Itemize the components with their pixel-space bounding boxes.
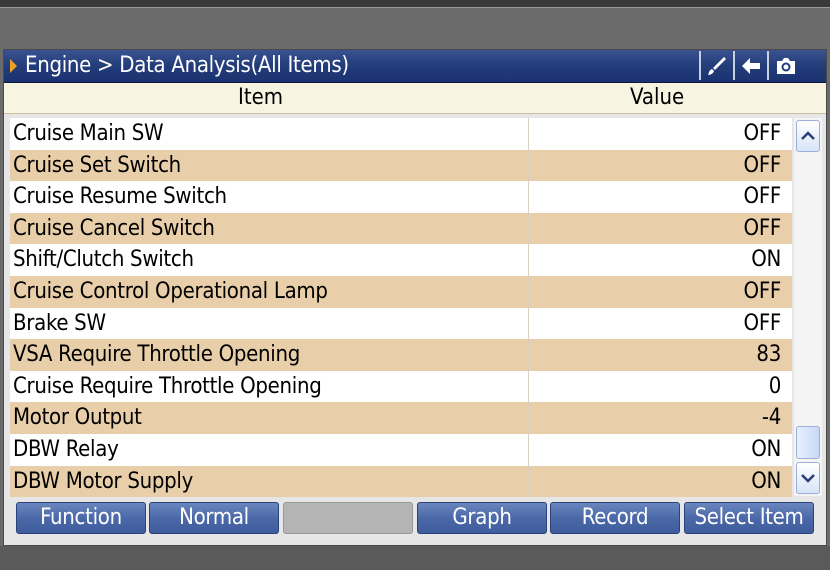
row-item: DBW Relay — [13, 436, 119, 462]
column-divider — [528, 275, 529, 308]
title-bar: Engine > Data Analysis(All Items) — [4, 50, 826, 83]
column-divider — [528, 465, 529, 498]
table-row[interactable]: Cruise Cancel Switch OFF — [10, 212, 792, 245]
row-value: OFF — [743, 152, 782, 178]
row-value: OFF — [743, 184, 782, 210]
data-analysis-window: Engine > Data Analysis(All Items) Item V… — [3, 49, 827, 546]
chevron-down-icon — [801, 474, 815, 483]
row-item: Motor Output — [13, 405, 142, 431]
column-divider — [528, 339, 529, 371]
graph-button[interactable]: Graph — [417, 502, 547, 534]
table-row[interactable]: Shift/Clutch Switch ON — [10, 244, 792, 276]
column-divider — [528, 181, 529, 213]
capture-button[interactable] — [767, 51, 802, 80]
row-item: Cruise Resume Switch — [13, 184, 227, 210]
vertical-scrollbar[interactable] — [794, 118, 822, 496]
row-item: Brake SW — [13, 310, 106, 336]
row-value: ON — [751, 247, 781, 273]
top-frame-line — [0, 7, 830, 8]
item-column-header: Item — [238, 85, 284, 110]
table-header: Item Value — [4, 83, 826, 114]
brush-button[interactable] — [699, 51, 732, 80]
row-value: -4 — [761, 405, 781, 431]
row-item: VSA Require Throttle Opening — [13, 342, 300, 368]
normal-button[interactable]: Normal — [149, 502, 279, 534]
row-value: OFF — [743, 310, 782, 336]
row-item: DBW Motor Supply — [13, 468, 194, 494]
table-row[interactable]: Cruise Control Operational Lamp OFF — [10, 275, 792, 308]
row-item: Shift/Clutch Switch — [13, 247, 194, 273]
column-divider — [528, 307, 529, 340]
row-value: 0 — [768, 373, 782, 399]
scroll-thumb[interactable] — [796, 426, 820, 459]
column-divider — [528, 402, 529, 434]
column-divider — [528, 433, 529, 466]
row-value: ON — [751, 468, 781, 494]
function-button[interactable]: Function — [16, 502, 146, 534]
row-item: Cruise Require Throttle Opening — [13, 373, 322, 399]
row-item: Cruise Set Switch — [13, 152, 181, 178]
row-value: 83 — [756, 342, 781, 368]
column-divider — [528, 118, 529, 150]
row-value: OFF — [743, 121, 782, 146]
scroll-up-button[interactable] — [796, 120, 820, 152]
camera-icon — [776, 57, 795, 74]
table-row[interactable]: Motor Output -4 — [10, 402, 792, 434]
scroll-down-button[interactable] — [796, 462, 820, 494]
bottom-frame — [0, 546, 830, 570]
table-row[interactable]: DBW Motor Supply ON — [10, 465, 792, 498]
back-button[interactable] — [733, 51, 766, 80]
back-arrow-icon — [741, 57, 760, 74]
title-arrow-icon — [10, 59, 17, 73]
table-row[interactable]: DBW Relay ON — [10, 433, 792, 466]
table-row[interactable]: VSA Require Throttle Opening 83 — [10, 339, 792, 371]
brush-icon — [707, 56, 726, 75]
column-divider — [528, 370, 529, 403]
row-item: Cruise Control Operational Lamp — [13, 278, 328, 304]
table-row[interactable]: Cruise Main SW OFF — [10, 118, 792, 150]
row-item: Cruise Cancel Switch — [13, 215, 215, 241]
row-value: ON — [751, 436, 781, 462]
table-row[interactable]: Brake SW OFF — [10, 307, 792, 340]
row-item: Cruise Main SW — [13, 121, 164, 146]
column-divider — [528, 212, 529, 245]
footer-toolbar: Function Normal Graph Record Select Item — [4, 499, 826, 545]
row-value: OFF — [743, 215, 782, 241]
chevron-up-icon — [801, 131, 815, 140]
column-divider — [528, 244, 529, 276]
blank-button — [283, 502, 413, 534]
table-row[interactable]: Cruise Set Switch OFF — [10, 149, 792, 182]
record-button[interactable]: Record — [550, 502, 680, 534]
row-value: OFF — [743, 278, 782, 304]
value-column-header: Value — [630, 85, 685, 110]
table-row[interactable]: Cruise Resume Switch OFF — [10, 181, 792, 213]
select-item-button[interactable]: Select Item — [684, 502, 814, 534]
data-table: Cruise Main SW OFF Cruise Set Switch OFF… — [10, 118, 792, 498]
table-row[interactable]: Cruise Require Throttle Opening 0 — [10, 370, 792, 403]
column-divider — [528, 149, 529, 182]
window-title: Engine > Data Analysis(All Items) — [25, 53, 349, 78]
